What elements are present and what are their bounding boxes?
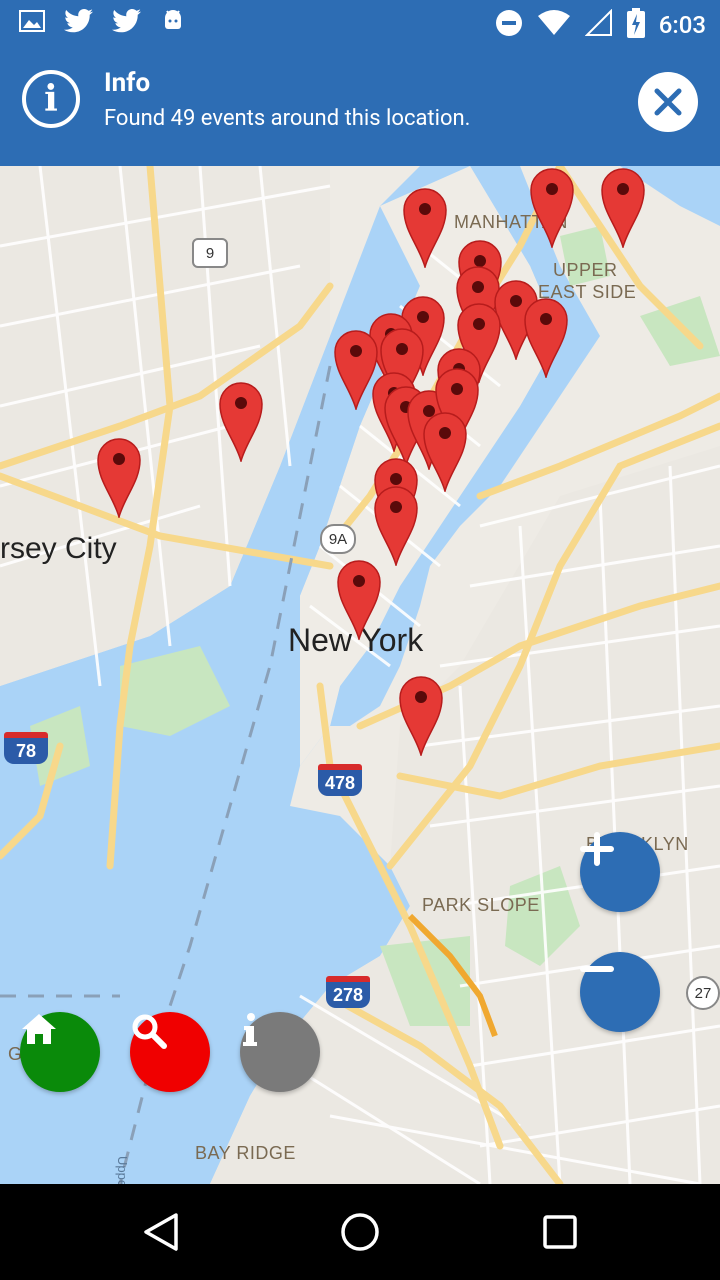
home-button[interactable] bbox=[20, 1012, 100, 1092]
do-not-disturb-icon bbox=[495, 9, 523, 41]
event-marker[interactable] bbox=[529, 166, 575, 248]
search-icon bbox=[132, 1014, 167, 1049]
recents-icon[interactable] bbox=[542, 1214, 578, 1250]
banner-message: Found 49 events around this location. bbox=[104, 106, 471, 131]
route-9-shield: 9 bbox=[192, 238, 228, 268]
label-park-slope: PARK SLOPE bbox=[422, 895, 540, 915]
battery-icon bbox=[626, 8, 645, 42]
status-time: 6:03 bbox=[658, 11, 706, 39]
label-upper-bay: Upper B bbox=[115, 1156, 130, 1184]
info-icon: i bbox=[22, 70, 80, 128]
wifi-icon bbox=[537, 9, 571, 41]
close-icon bbox=[654, 88, 682, 116]
image-icon bbox=[18, 9, 46, 37]
event-marker[interactable] bbox=[336, 558, 382, 640]
android-icon bbox=[160, 8, 186, 38]
label-upper: UPPER bbox=[553, 260, 618, 280]
interstate-478-shield: 478 bbox=[318, 764, 362, 796]
signal-icon bbox=[584, 8, 613, 41]
event-marker[interactable] bbox=[398, 674, 444, 756]
home-icon bbox=[22, 1014, 56, 1044]
status-bar: 6:03 bbox=[0, 0, 720, 48]
minus-icon bbox=[580, 966, 614, 972]
label-jersey-city: rsey City bbox=[0, 532, 117, 565]
zoom-in-button[interactable] bbox=[580, 832, 660, 912]
interstate-78-shield: 78 bbox=[4, 732, 48, 764]
route-9a-shield: 9A bbox=[320, 524, 356, 554]
home-circle-icon[interactable] bbox=[340, 1212, 380, 1252]
info-banner: i Info Found 49 events around this locat… bbox=[0, 48, 720, 166]
twitter-icon bbox=[112, 8, 142, 38]
event-marker[interactable] bbox=[600, 166, 646, 248]
label-bay-ridge: BAY RIDGE bbox=[195, 1143, 296, 1163]
event-marker[interactable] bbox=[402, 186, 448, 268]
map-view[interactable]: New York rsey City MANHATTAN UPPER EAST … bbox=[0, 166, 720, 1184]
zoom-out-button[interactable] bbox=[580, 952, 660, 1032]
event-marker[interactable] bbox=[422, 410, 468, 492]
back-icon[interactable] bbox=[142, 1212, 180, 1252]
navigation-bar bbox=[0, 1184, 720, 1280]
twitter-icon bbox=[64, 8, 94, 38]
info-button[interactable] bbox=[240, 1012, 320, 1092]
search-button[interactable] bbox=[130, 1012, 210, 1092]
event-marker[interactable] bbox=[523, 296, 569, 378]
banner-title: Info bbox=[104, 68, 151, 98]
info-icon bbox=[243, 1013, 257, 1046]
event-marker[interactable] bbox=[96, 436, 142, 518]
route-27-shield: 27 bbox=[686, 976, 720, 1010]
close-banner-button[interactable] bbox=[638, 72, 698, 132]
interstate-278-shield: 278 bbox=[326, 976, 370, 1008]
plus-icon bbox=[580, 832, 614, 866]
event-marker[interactable] bbox=[373, 484, 419, 566]
event-marker[interactable] bbox=[218, 380, 264, 462]
